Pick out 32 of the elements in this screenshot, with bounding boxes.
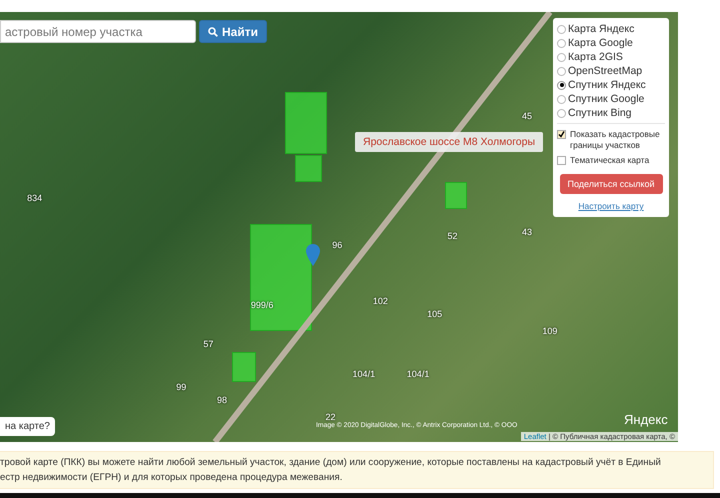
layer-option[interactable]: Спутник Google (557, 92, 665, 106)
map-logo: Яндекс (624, 412, 668, 427)
parcel-number: 104/1 (406, 368, 430, 379)
layer-option[interactable]: OpenStreetMap (557, 64, 665, 78)
parcel-number: 45 (522, 110, 532, 121)
layer-option[interactable]: Карта Яндекс (557, 22, 665, 36)
layer-option[interactable]: Карта 2GIS (557, 50, 665, 64)
layer-option[interactable]: Карта Google (557, 36, 665, 50)
option-label[interactable]: Тематическая карта (570, 155, 650, 166)
option-label[interactable]: Показать кадастровые границы участков (570, 129, 665, 151)
road-label: Ярославское шоссе М8 Холмогоры (355, 132, 544, 152)
parcel-number: 999/6 (250, 300, 274, 310)
cadastral-search-field[interactable]: астровый номер участка (0, 20, 196, 43)
info-notice: тровой карте (ПКК) вы можете найти любой земельный участок, здание (дом) или сооружение, которые поставлены на кадастровый учёт в Единый естр недвижимости (ЕГРН) и для которых проведена процедура межевания. (0, 451, 714, 489)
parcel-number: 22 (325, 412, 336, 422)
parcel-number: 109 (542, 326, 558, 336)
parcel-number: 96 (332, 240, 342, 250)
parcel-number: 43 (522, 227, 532, 237)
settings-link[interactable]: Настроить карту (557, 201, 665, 211)
parcel-number: 99 (176, 382, 186, 392)
share-link-button[interactable]: Поделиться ссылкой (560, 174, 662, 194)
parcel-number: 52 (447, 231, 458, 242)
parcel-number: 98 (216, 394, 227, 405)
parcel-number: 102 (372, 296, 388, 306)
parcel-number: 104/1 (352, 368, 376, 379)
help-button[interactable]: на карте? (0, 417, 55, 436)
layer-option[interactable]: Спутник Яндекс (557, 78, 665, 92)
search-button[interactable]: Найти (199, 20, 267, 43)
layer-option[interactable]: Спутник Bing (557, 106, 665, 120)
parcel-number: 834 (27, 192, 42, 203)
parcel-number: 105 (427, 308, 442, 319)
parcel-number: 57 (203, 338, 214, 349)
